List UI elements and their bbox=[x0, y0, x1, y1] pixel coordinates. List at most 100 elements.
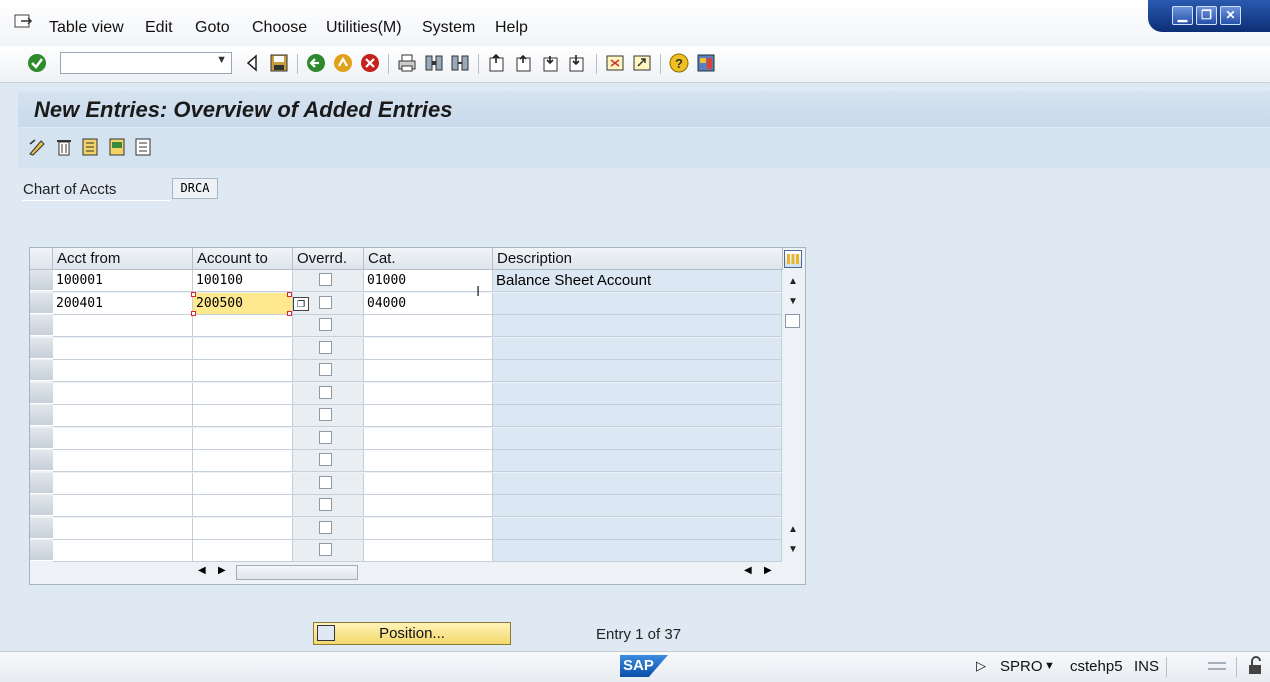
overrd-cell[interactable] bbox=[293, 427, 364, 450]
lock-icon[interactable] bbox=[1246, 656, 1266, 676]
collapse-arrow-icon[interactable] bbox=[242, 53, 262, 73]
previous-page-icon[interactable] bbox=[514, 53, 534, 73]
description-cell[interactable] bbox=[493, 495, 782, 517]
cat-cell[interactable] bbox=[364, 427, 493, 450]
restore-button[interactable]: ❐ bbox=[1196, 6, 1217, 25]
account-to-cell[interactable] bbox=[193, 495, 293, 517]
overrd-cell[interactable] bbox=[293, 405, 364, 427]
last-page-icon[interactable] bbox=[567, 53, 587, 73]
menu-table-view[interactable]: Table view bbox=[49, 19, 124, 37]
position-button[interactable]: Position... bbox=[313, 622, 511, 645]
acct-from-cell[interactable] bbox=[53, 450, 193, 472]
account-to-cell[interactable] bbox=[193, 382, 293, 405]
account-to-cell[interactable] bbox=[193, 337, 293, 360]
override-checkbox[interactable] bbox=[319, 543, 332, 556]
row-selector[interactable] bbox=[30, 517, 53, 539]
change-display-icon[interactable] bbox=[27, 137, 47, 157]
cat-cell[interactable]: 04000 bbox=[364, 292, 493, 315]
row-selector[interactable] bbox=[30, 540, 53, 561]
exit-icon[interactable] bbox=[333, 53, 353, 73]
next-page-icon[interactable] bbox=[541, 53, 561, 73]
acct-from-cell[interactable] bbox=[53, 495, 193, 517]
layout-menu-icon[interactable] bbox=[696, 53, 716, 73]
cat-cell[interactable] bbox=[364, 360, 493, 382]
account-to-cell[interactable] bbox=[193, 472, 293, 495]
scroll-thumb[interactable] bbox=[236, 565, 358, 580]
override-checkbox[interactable] bbox=[319, 498, 332, 511]
description-cell[interactable] bbox=[493, 292, 782, 315]
account-to-cell[interactable]: 100100 bbox=[193, 270, 293, 292]
deselect-all-icon[interactable] bbox=[133, 137, 153, 157]
cat-cell[interactable]: 01000 bbox=[364, 270, 493, 292]
select-all-icon[interactable] bbox=[80, 137, 100, 157]
description-cell[interactable]: Balance Sheet Account bbox=[493, 270, 782, 292]
overrd-cell[interactable] bbox=[293, 495, 364, 517]
save-icon[interactable] bbox=[269, 53, 289, 73]
menu-choose[interactable]: Choose bbox=[252, 19, 307, 37]
find-next-icon[interactable] bbox=[450, 53, 470, 73]
delete-icon[interactable] bbox=[54, 137, 74, 157]
description-cell[interactable] bbox=[493, 472, 782, 495]
account-to-cell[interactable] bbox=[193, 427, 293, 450]
row-selector[interactable] bbox=[30, 450, 53, 471]
value-help-icon[interactable]: ❐ bbox=[293, 297, 309, 311]
row-selector[interactable] bbox=[30, 472, 53, 494]
override-checkbox[interactable] bbox=[319, 295, 332, 309]
overrd-cell[interactable] bbox=[293, 315, 364, 337]
acct-from-cell[interactable] bbox=[53, 382, 193, 405]
column-settings-icon[interactable] bbox=[784, 250, 802, 268]
overrd-cell[interactable] bbox=[293, 270, 364, 292]
account-to-cell[interactable] bbox=[193, 540, 293, 562]
chevron-down-icon[interactable]: ▼ bbox=[1044, 660, 1055, 672]
first-page-icon[interactable] bbox=[487, 53, 507, 73]
status-expand-icon[interactable]: ▷ bbox=[976, 658, 986, 674]
override-checkbox[interactable] bbox=[319, 430, 332, 444]
account-to-cell[interactable] bbox=[193, 405, 293, 427]
override-checkbox[interactable] bbox=[319, 363, 332, 376]
overrd-cell[interactable] bbox=[293, 540, 364, 562]
row-selector[interactable] bbox=[30, 360, 53, 381]
description-cell[interactable] bbox=[493, 337, 782, 360]
select-all-column-header[interactable] bbox=[30, 248, 53, 270]
scroll-up-icon[interactable]: ▲ bbox=[788, 524, 798, 535]
override-checkbox[interactable] bbox=[319, 520, 332, 534]
description-cell[interactable] bbox=[493, 360, 782, 382]
column-header-account-to[interactable]: Account to bbox=[193, 248, 293, 270]
minimize-button[interactable]: ▁ bbox=[1172, 6, 1193, 25]
overrd-cell[interactable] bbox=[293, 360, 364, 382]
cat-cell[interactable] bbox=[364, 382, 493, 405]
acct-from-cell[interactable]: 200401 bbox=[53, 292, 193, 315]
column-header-cat[interactable]: Cat. bbox=[364, 248, 493, 270]
row-selector[interactable] bbox=[30, 292, 53, 314]
override-checkbox[interactable] bbox=[319, 273, 332, 286]
description-cell[interactable] bbox=[493, 450, 782, 472]
cancel-icon[interactable] bbox=[360, 53, 380, 73]
print-icon[interactable] bbox=[397, 53, 417, 73]
menu-goto[interactable]: Goto bbox=[195, 19, 230, 37]
vertical-scrollbar[interactable]: ▲ ▼ ▲ ▼ bbox=[783, 270, 803, 562]
row-selector[interactable] bbox=[30, 270, 53, 291]
acct-from-cell[interactable] bbox=[53, 315, 193, 337]
help-icon[interactable]: ? bbox=[669, 53, 689, 73]
row-selector[interactable] bbox=[30, 427, 53, 449]
acct-from-cell[interactable] bbox=[53, 427, 193, 450]
menu-help[interactable]: Help bbox=[495, 19, 528, 37]
override-checkbox[interactable] bbox=[319, 408, 332, 421]
overrd-cell[interactable] bbox=[293, 337, 364, 360]
acct-from-cell[interactable]: 100001 bbox=[53, 270, 193, 292]
scroll-right-icon[interactable]: ▶ bbox=[764, 565, 772, 576]
cat-cell[interactable] bbox=[364, 517, 493, 540]
acct-from-cell[interactable] bbox=[53, 337, 193, 360]
chevron-down-icon[interactable]: ▼ bbox=[216, 54, 227, 66]
cat-cell[interactable] bbox=[364, 450, 493, 472]
description-cell[interactable] bbox=[493, 315, 782, 337]
acct-from-cell[interactable] bbox=[53, 360, 193, 382]
overrd-cell[interactable] bbox=[293, 382, 364, 405]
row-selector[interactable] bbox=[30, 337, 53, 359]
cat-cell[interactable] bbox=[364, 315, 493, 337]
override-checkbox[interactable] bbox=[319, 453, 332, 466]
scroll-left-icon[interactable]: ◀ bbox=[198, 565, 206, 576]
transaction-code[interactable]: SPRO bbox=[1000, 658, 1043, 675]
override-checkbox[interactable] bbox=[319, 340, 332, 354]
row-selector[interactable] bbox=[30, 495, 53, 516]
